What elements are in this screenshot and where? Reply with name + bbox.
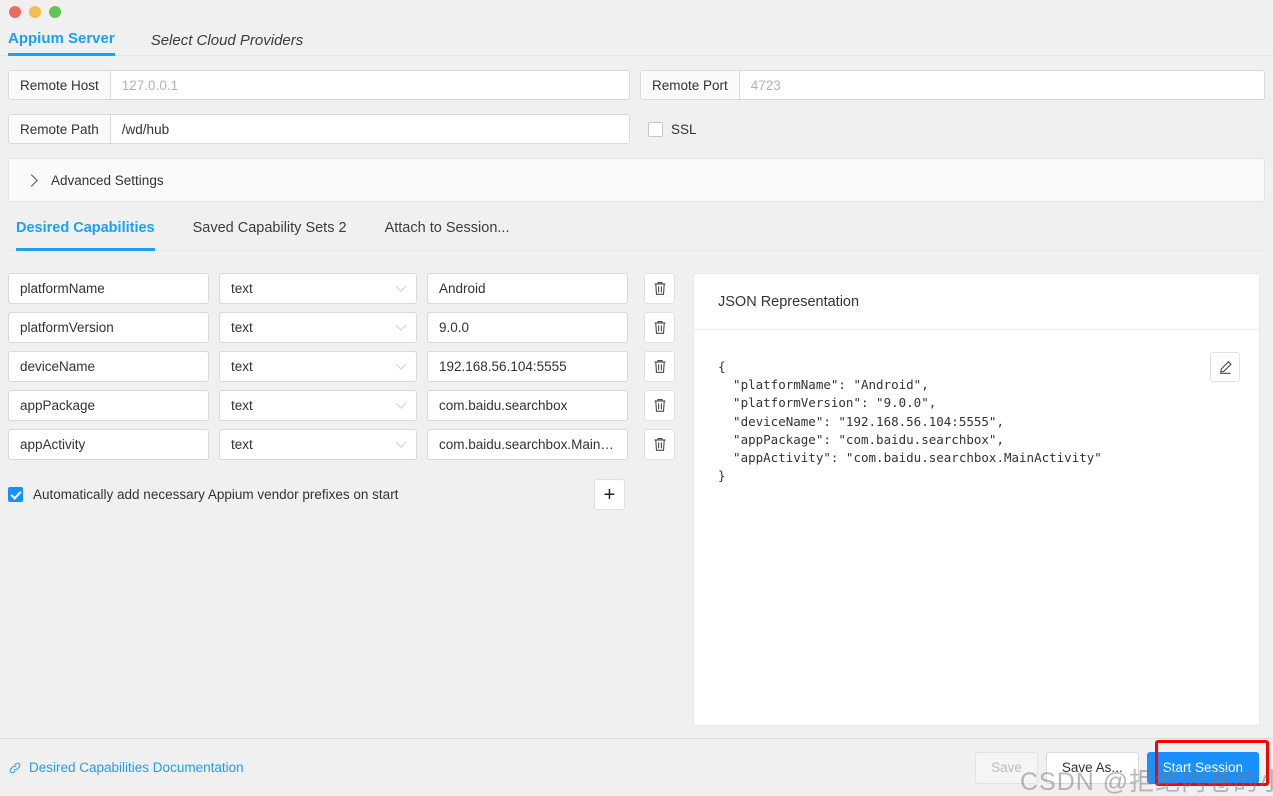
close-window-icon[interactable]	[9, 6, 21, 18]
capability-row: text	[8, 390, 675, 421]
footer-buttons: Save Save As... Start Session	[975, 751, 1259, 784]
capability-value-input[interactable]	[427, 429, 628, 460]
chevron-down-icon	[395, 397, 407, 409]
json-text: { "platformName": "Android", "platformVe…	[718, 359, 1102, 484]
ssl-checkbox[interactable]	[648, 121, 663, 137]
trash-icon	[654, 360, 665, 373]
remote-host-input[interactable]	[110, 71, 629, 99]
appium-desktop-window: Appium Server Select Cloud Providers Rem…	[0, 0, 1273, 796]
capability-name-input[interactable]	[8, 351, 209, 382]
capability-name-input[interactable]	[8, 429, 209, 460]
json-panel-body: { "platformName": "Android", "platformVe…	[694, 330, 1259, 725]
chevron-right-icon	[25, 173, 38, 187]
auto-prefix-checkbox[interactable]	[8, 487, 23, 502]
chevron-down-icon	[395, 436, 407, 448]
capability-type-value: text	[231, 359, 253, 374]
chevron-down-icon	[395, 319, 407, 331]
chevron-down-icon	[395, 358, 407, 370]
chevron-down-icon	[395, 280, 407, 292]
delete-capability-button[interactable]	[644, 390, 675, 421]
trash-icon	[654, 438, 665, 451]
trash-icon	[654, 282, 665, 295]
capability-row: text	[8, 351, 675, 382]
remote-path-label: Remote Path	[9, 115, 111, 143]
capability-row: text	[8, 273, 675, 304]
capability-value-input[interactable]	[427, 312, 628, 343]
start-session-button[interactable]: Start Session	[1146, 751, 1259, 784]
capability-type-select[interactable]: text	[219, 390, 417, 421]
capability-type-select[interactable]: text	[219, 312, 417, 343]
host-port-row: Remote Host Remote Port	[8, 70, 1265, 100]
capability-name-input[interactable]	[8, 273, 209, 304]
delete-capability-button[interactable]	[644, 351, 675, 382]
capability-type-value: text	[231, 437, 253, 452]
edit-json-button[interactable]	[1210, 352, 1240, 382]
capability-value-input[interactable]	[427, 351, 628, 382]
remote-port-field[interactable]: Remote Port	[640, 70, 1265, 100]
remote-host-field[interactable]: Remote Host	[8, 70, 630, 100]
save-as-button[interactable]: Save As...	[1045, 751, 1139, 784]
remote-port-input[interactable]	[739, 71, 1264, 99]
capability-name-input[interactable]	[8, 312, 209, 343]
trash-icon	[654, 399, 665, 412]
pencil-icon	[1219, 360, 1232, 374]
remote-path-input[interactable]	[110, 115, 629, 143]
auto-prefix-checkbox-group[interactable]: Automatically add necessary Appium vendo…	[8, 487, 578, 502]
doc-link-label: Desired Capabilities Documentation	[29, 760, 244, 775]
trash-icon	[654, 321, 665, 334]
server-tab-bar: Appium Server Select Cloud Providers	[0, 24, 1273, 56]
capability-type-value: text	[231, 281, 253, 296]
capability-type-select[interactable]: text	[219, 351, 417, 382]
capability-value-input[interactable]	[427, 390, 628, 421]
capability-type-value: text	[231, 320, 253, 335]
capability-tab-bar: Desired Capabilities Saved Capability Se…	[8, 220, 1265, 251]
delete-capability-button[interactable]	[644, 273, 675, 304]
footer-bar: Desired Capabilities Documentation Save …	[0, 738, 1273, 796]
tab-appium-server[interactable]: Appium Server	[8, 31, 115, 56]
capability-type-select[interactable]: text	[219, 429, 417, 460]
capability-row: text	[8, 429, 675, 460]
tab-attach-to-session[interactable]: Attach to Session...	[385, 220, 510, 250]
capability-type-select[interactable]: text	[219, 273, 417, 304]
save-button[interactable]: Save	[975, 751, 1038, 784]
capability-row: text	[8, 312, 675, 343]
ssl-label: SSL	[671, 121, 697, 137]
remote-host-label: Remote Host	[9, 71, 111, 99]
add-capability-button[interactable]: +	[594, 479, 625, 510]
window-titlebar	[0, 0, 1273, 24]
tab-desired-capabilities[interactable]: Desired Capabilities	[16, 220, 155, 251]
plus-icon: +	[603, 483, 616, 506]
minimize-window-icon[interactable]	[29, 6, 41, 18]
delete-capability-button[interactable]	[644, 312, 675, 343]
ssl-checkbox-group[interactable]: SSL	[640, 114, 697, 144]
path-ssl-row: Remote Path SSL	[8, 114, 1265, 144]
tab-saved-capability-sets[interactable]: Saved Capability Sets 2	[193, 220, 347, 250]
remote-port-label: Remote Port	[641, 71, 740, 99]
capability-type-value: text	[231, 398, 253, 413]
link-icon	[9, 762, 21, 773]
main-content: Remote Host Remote Port Remote Path SSL …	[0, 56, 1273, 738]
delete-capability-button[interactable]	[644, 429, 675, 460]
tab-select-cloud-providers[interactable]: Select Cloud Providers	[151, 33, 304, 55]
auto-prefix-row: Automatically add necessary Appium vendo…	[8, 479, 675, 510]
capabilities-split: text text	[8, 273, 1265, 738]
desired-capabilities-documentation-link[interactable]: Desired Capabilities Documentation	[8, 760, 244, 775]
capability-value-input[interactable]	[427, 273, 628, 304]
remote-path-field[interactable]: Remote Path	[8, 114, 630, 144]
json-representation-panel: JSON Representation { "platformName": "A…	[693, 273, 1260, 726]
advanced-settings-panel[interactable]: Advanced Settings	[8, 158, 1265, 202]
capability-editor: text text	[8, 273, 675, 738]
json-panel-title: JSON Representation	[694, 274, 1259, 330]
capability-name-input[interactable]	[8, 390, 209, 421]
advanced-settings-label: Advanced Settings	[51, 172, 164, 188]
auto-prefix-label: Automatically add necessary Appium vendo…	[33, 487, 399, 502]
maximize-window-icon[interactable]	[49, 6, 61, 18]
